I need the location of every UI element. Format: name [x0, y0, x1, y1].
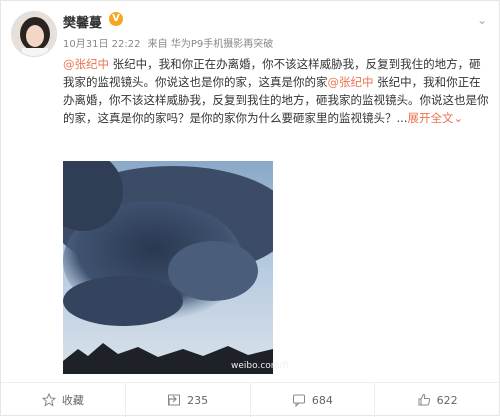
like-icon	[418, 393, 430, 406]
share-count: 235	[187, 393, 209, 407]
share-button[interactable]: 235	[126, 383, 251, 417]
comment-count: 684	[311, 393, 333, 407]
verified-icon: V	[109, 12, 123, 26]
comment-button[interactable]: 684	[251, 383, 376, 417]
avatar[interactable]	[11, 11, 57, 57]
favorite-button[interactable]: 收藏	[1, 383, 126, 417]
post-source: 来自 华为P9手机摄影再突破	[147, 39, 274, 50]
expand-full-text-link[interactable]: 展开全文	[407, 111, 453, 125]
star-icon	[41, 393, 56, 407]
mention-link[interactable]: @张纪中	[328, 75, 374, 89]
photo-watermark: weibo.com/fl	[231, 361, 289, 371]
post-photo[interactable]	[63, 161, 273, 374]
post-content: @张纪中 张纪中，我和你正在办离婚，你不该这样威胁我，反复到我住的地方，砸我家的…	[63, 55, 489, 127]
share-icon	[168, 394, 181, 406]
post-menu-icon[interactable]: ⌄	[477, 13, 487, 27]
mention-link[interactable]: @张纪中	[63, 57, 109, 71]
author-name[interactable]: 樊馨蔓	[63, 12, 102, 31]
like-count: 622	[436, 393, 458, 407]
like-button[interactable]: 622	[375, 383, 499, 417]
weibo-post-card: 樊馨蔓 V ⌄ 10月31日 22:22 来自 华为P9手机摄影再突破 @张纪中…	[0, 0, 500, 417]
expand-chevron-icon[interactable]: ⌄	[453, 111, 463, 125]
post-timestamp[interactable]: 10月31日 22:22	[63, 39, 140, 50]
post-meta: 10月31日 22:22 来自 华为P9手机摄影再突破	[63, 35, 277, 50]
action-bar: 收藏 235 684 622	[1, 382, 499, 417]
favorite-label: 收藏	[61, 394, 84, 407]
comment-icon	[292, 394, 305, 407]
